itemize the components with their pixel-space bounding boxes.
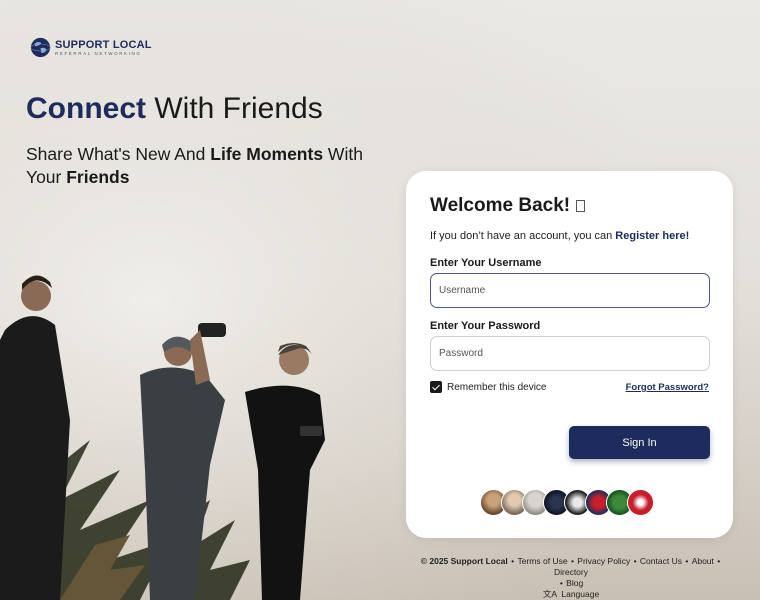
footer-link-directory[interactable]: Directory: [554, 567, 588, 577]
avatar: [627, 489, 654, 516]
username-label: Enter Your Username: [430, 257, 542, 269]
login-card: Welcome Back! If you don’t have an accou…: [406, 171, 733, 538]
language-selector[interactable]: 文A Language: [407, 589, 735, 600]
member-avatars: [480, 489, 654, 516]
remember-checkbox[interactable]: [430, 381, 442, 393]
register-prompt: If you don’t have an account, you can Re…: [430, 230, 689, 242]
sign-in-button[interactable]: Sign In: [569, 426, 710, 459]
hero-headline: Connect With Friends: [26, 92, 323, 126]
remember-device[interactable]: Remember this device: [430, 381, 546, 393]
brand-tagline: REFERRAL NETWORKING: [55, 50, 142, 56]
hero-subline: Share What's New And Life Moments With Y…: [26, 143, 366, 189]
copyright: © 2025 Support Local: [420, 556, 508, 566]
brand-name: SUPPORT LOCAL: [55, 38, 152, 51]
login-title: Welcome Back!: [430, 195, 586, 217]
hero-sub-text-1: Share What's New And: [26, 144, 211, 164]
login-title-text: Welcome Back!: [430, 195, 571, 216]
footer-link-terms[interactable]: Terms of Use: [518, 556, 568, 566]
footer-link-about[interactable]: About: [692, 556, 714, 566]
brand-logo[interactable]: SUPPORT LOCAL REFERRAL NETWORKING: [30, 37, 152, 58]
hero-sub-bold-1: Life Moments: [210, 144, 324, 164]
page-footer: © 2025 Support Local • Terms of Use • Pr…: [406, 556, 736, 600]
password-input[interactable]: [430, 336, 710, 371]
language-label: Language: [561, 589, 600, 599]
username-input[interactable]: [430, 273, 710, 308]
forgot-password-link[interactable]: Forgot Password?: [626, 382, 709, 393]
missing-glyph-icon: [576, 200, 586, 212]
globe-icon: [30, 37, 51, 58]
remember-label: Remember this device: [447, 381, 547, 393]
footer-link-privacy[interactable]: Privacy Policy: [577, 556, 630, 566]
hero-headline-rest: With Friends: [146, 92, 323, 125]
hero-headline-accent: Connect: [26, 92, 146, 125]
hero-sub-bold-2: Friends: [66, 167, 130, 187]
password-label: Enter Your Password: [430, 320, 541, 332]
register-link[interactable]: Register here!: [615, 230, 689, 242]
footer-link-contact[interactable]: Contact Us: [640, 556, 682, 566]
translate-icon: 文A: [542, 589, 557, 599]
footer-link-blog[interactable]: Blog: [566, 578, 583, 588]
register-prompt-text: If you don’t have an account, you can: [430, 230, 616, 242]
